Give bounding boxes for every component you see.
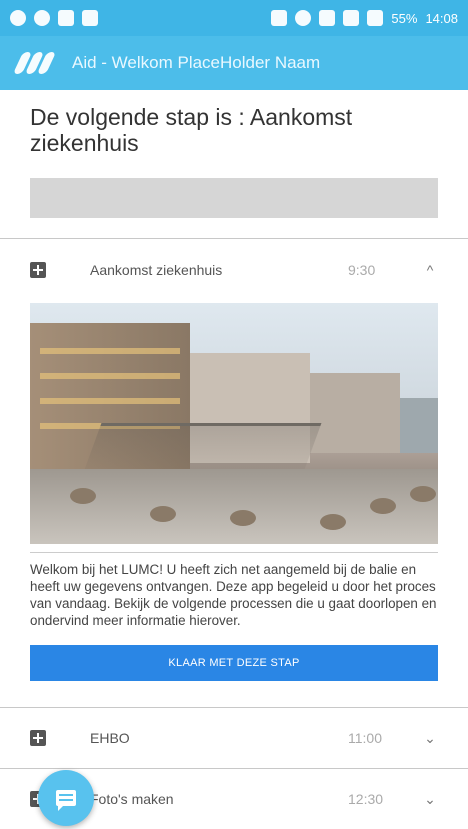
clock: 14:08 (425, 10, 458, 26)
add-box-icon[interactable] (30, 730, 46, 746)
chat-icon (56, 790, 76, 811)
chevron-down-icon[interactable]: ⌄ (420, 791, 440, 808)
step-time: 12:30 (348, 791, 384, 807)
step-row-aankomst[interactable]: Aankomst ziekenhuis 9:30 ^ (0, 239, 468, 301)
step-row-ehbo[interactable]: EHBO 11:00 ⌄ (0, 708, 468, 768)
step-time: 9:30 (348, 262, 376, 278)
chevron-up-icon[interactable]: ^ (420, 262, 440, 278)
play-store-icon (82, 10, 98, 26)
step-description: Welkom bij het LUMC! U heeft zich net aa… (30, 562, 437, 628)
battery-percent: 55% (391, 10, 418, 26)
step-name: EHBO (90, 730, 130, 746)
divider (30, 552, 438, 553)
whatsapp-icon (34, 10, 50, 26)
chat-fab-button[interactable] (38, 770, 94, 826)
next-step-heading: De volgende stap is : Aankomst ziekenhui… (30, 104, 353, 156)
step-time: 11:00 (348, 730, 382, 746)
notification-icon (10, 10, 26, 26)
step-name: Foto's maken (90, 791, 174, 807)
data-saver-icon (295, 10, 312, 26)
complete-step-button[interactable]: KLAAR MET DEZE STAP (30, 645, 438, 681)
add-box-icon[interactable] (30, 262, 46, 278)
progress-placeholder (30, 178, 438, 218)
app-bar: Aid - Welkom PlaceHolder Naam (0, 36, 468, 90)
hospital-photo (30, 303, 438, 544)
app-title: Aid - Welkom PlaceHolder Naam (72, 53, 321, 72)
step-name: Aankomst ziekenhuis (90, 262, 223, 278)
signal-icon (343, 10, 360, 26)
chevron-down-icon[interactable]: ⌄ (420, 730, 440, 747)
battery-icon (367, 10, 384, 26)
vibrate-icon (271, 10, 288, 26)
wifi-icon (319, 10, 336, 26)
status-bar: 55% 14:08 (0, 0, 468, 36)
next-step-section: De volgende stap is : Aankomst ziekenhui… (0, 90, 468, 218)
app-logo-icon (12, 48, 58, 78)
message-icon (58, 10, 74, 26)
